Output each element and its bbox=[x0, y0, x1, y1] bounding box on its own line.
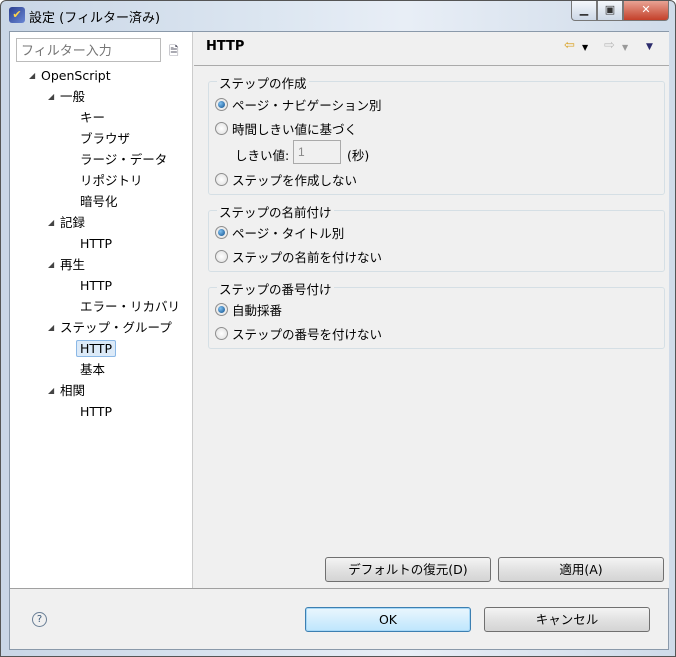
tree-item[interactable]: HTTP bbox=[80, 234, 112, 254]
preferences-dialog: ✔ 設定 (フィルター済み) ▁ ▣ ✕ 🗎 ◢ OpenScript ◢ 一般キーブ… bbox=[0, 0, 676, 657]
expand-arrow-icon[interactable]: ◢ bbox=[48, 218, 54, 227]
tree-item[interactable]: HTTP bbox=[80, 402, 112, 422]
tree-item[interactable]: OpenScript bbox=[41, 66, 111, 86]
threshold-unit: (秒) bbox=[347, 148, 370, 163]
tree-item[interactable]: ラージ・データ bbox=[80, 150, 167, 170]
tree-item-label: 相関 bbox=[60, 383, 86, 398]
step-numbering-group: ステップの番号付け 自動採番 ステップの番号を付けない bbox=[208, 279, 665, 349]
tree-item-label: 再生 bbox=[60, 257, 86, 272]
tree-item[interactable]: 記録 bbox=[60, 213, 85, 233]
expand-arrow-icon[interactable]: ◢ bbox=[29, 71, 35, 80]
step-creation-group: ステップの作成 ページ・ナビゲーション別 時間しきい値に基づく しきい値: (秒… bbox=[208, 73, 665, 195]
tree-item-label: 記録 bbox=[60, 215, 86, 230]
preference-tree-panel: 🗎 ◢ OpenScript ◢ 一般キーブラウザラージ・データリポジトリ暗号化 ◢ 記録… bbox=[10, 32, 193, 588]
tree-item-label: エラー・リカバリ bbox=[80, 299, 181, 314]
tree-item[interactable]: キー bbox=[80, 108, 105, 128]
preference-page: HTTP ⇦ ▼ ⇨ ▼ ▼ ステップの作成 ページ・ナビゲーション別 時間しき… bbox=[194, 32, 669, 588]
apply-button[interactable]: 適用(A) bbox=[498, 557, 664, 582]
tree-item[interactable]: ブラウザ bbox=[80, 129, 130, 149]
dialog-client: 🗎 ◢ OpenScript ◢ 一般キーブラウザラージ・データリポジトリ暗号化 ◢ 記録… bbox=[9, 31, 669, 650]
filter-input[interactable] bbox=[16, 38, 161, 62]
help-icon[interactable]: ? bbox=[32, 612, 47, 627]
radio-auto-numbering[interactable]: 自動採番 bbox=[215, 300, 282, 318]
radio-no-step-numbering[interactable]: ステップの番号を付けない bbox=[215, 324, 382, 342]
tree-item-label: 一般 bbox=[60, 89, 86, 104]
radio-no-step-creation[interactable]: ステップを作成しない bbox=[215, 170, 357, 188]
tree-item[interactable]: リポジトリ bbox=[80, 171, 143, 191]
tree-item-label: HTTP bbox=[80, 278, 112, 293]
radio-by-page-title[interactable]: ページ・タイトル別 bbox=[215, 223, 344, 241]
tree-item[interactable]: HTTP bbox=[76, 339, 116, 359]
back-arrow-icon[interactable]: ⇦ bbox=[564, 38, 575, 53]
tree-item-label: HTTP bbox=[80, 404, 112, 419]
tree-item-label: ラージ・データ bbox=[80, 152, 168, 167]
expand-arrow-icon[interactable]: ◢ bbox=[48, 323, 54, 332]
tree-item-label: 暗号化 bbox=[80, 194, 118, 209]
group-label: ステップの作成 bbox=[217, 73, 309, 92]
tree-item[interactable]: 一般 bbox=[60, 87, 85, 107]
expand-arrow-icon[interactable]: ◢ bbox=[48, 92, 54, 101]
step-naming-group: ステップの名前付け ページ・タイトル別 ステップの名前を付けない bbox=[208, 202, 665, 272]
restore-defaults-button[interactable]: デフォルトの復元(D) bbox=[325, 557, 491, 582]
clear-filter-icon[interactable]: 🗎 bbox=[169, 42, 185, 58]
tree-item-label: 基本 bbox=[80, 362, 106, 377]
tree-item-label: HTTP bbox=[80, 236, 112, 251]
group-label: ステップの名前付け bbox=[217, 202, 334, 221]
tree-item[interactable]: 基本 bbox=[80, 360, 105, 380]
tree-item[interactable]: 暗号化 bbox=[80, 192, 118, 212]
tree-item-label: リポジトリ bbox=[80, 173, 143, 188]
forward-dropdown-icon[interactable]: ▼ bbox=[622, 43, 628, 52]
tree-item-label: キー bbox=[80, 110, 106, 125]
window-title: 設定 (フィルター済み) bbox=[29, 11, 161, 26]
page-title: HTTP bbox=[206, 39, 245, 54]
tree-item-label: ステップ・グループ bbox=[60, 320, 172, 335]
tree-item-label: OpenScript bbox=[41, 68, 111, 83]
cancel-button[interactable]: キャンセル bbox=[484, 607, 650, 632]
tree-item[interactable]: ステップ・グループ bbox=[60, 318, 172, 338]
threshold-input[interactable] bbox=[293, 140, 341, 164]
group-label: ステップの番号付け bbox=[217, 279, 334, 298]
tree-item[interactable]: エラー・リカバリ bbox=[80, 297, 180, 317]
expand-arrow-icon[interactable]: ◢ bbox=[48, 260, 54, 269]
radio-by-time-threshold[interactable]: 時間しきい値に基づく bbox=[215, 119, 357, 137]
radio-no-step-naming[interactable]: ステップの名前を付けない bbox=[215, 247, 382, 265]
tree-item-label: ブラウザ bbox=[80, 131, 131, 146]
tree-item-label: HTTP bbox=[76, 340, 116, 357]
forward-arrow-icon[interactable]: ⇨ bbox=[604, 38, 615, 53]
expand-arrow-icon[interactable]: ◢ bbox=[48, 386, 54, 395]
minimize-button[interactable]: ▁ bbox=[571, 1, 597, 21]
view-menu-icon[interactable]: ▼ bbox=[646, 42, 653, 52]
tree-item[interactable]: 再生 bbox=[60, 255, 85, 275]
threshold-label: しきい値: bbox=[235, 148, 290, 163]
tree-item[interactable]: HTTP bbox=[80, 276, 112, 296]
radio-by-page-navigation[interactable]: ページ・ナビゲーション別 bbox=[215, 95, 382, 113]
close-button[interactable]: ✕ bbox=[623, 1, 669, 21]
maximize-button[interactable]: ▣ bbox=[597, 1, 623, 21]
tree-item[interactable]: 相関 bbox=[60, 381, 85, 401]
ok-button[interactable]: OK bbox=[305, 607, 471, 632]
back-dropdown-icon[interactable]: ▼ bbox=[582, 43, 588, 52]
app-icon: ✔ bbox=[9, 7, 25, 23]
